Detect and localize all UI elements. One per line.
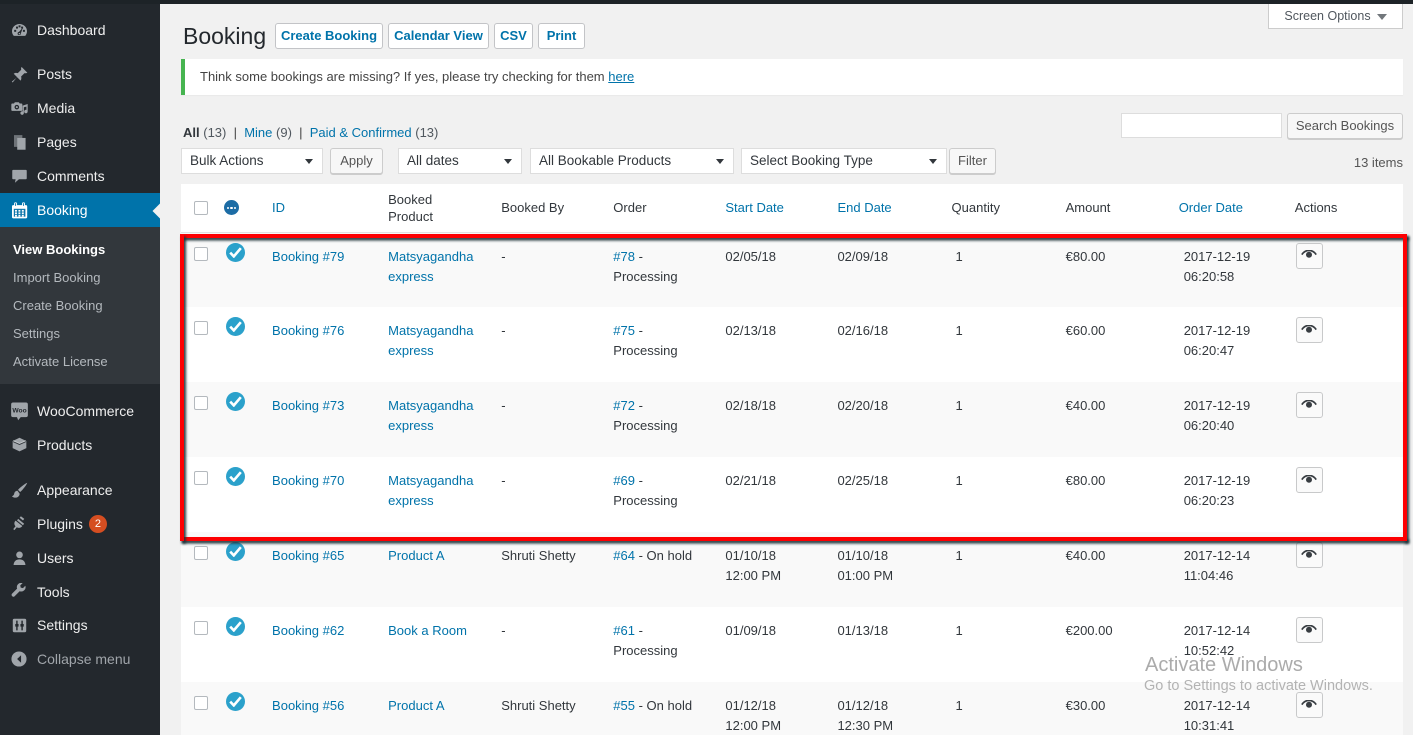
svg-text:Woo: Woo — [12, 407, 26, 414]
